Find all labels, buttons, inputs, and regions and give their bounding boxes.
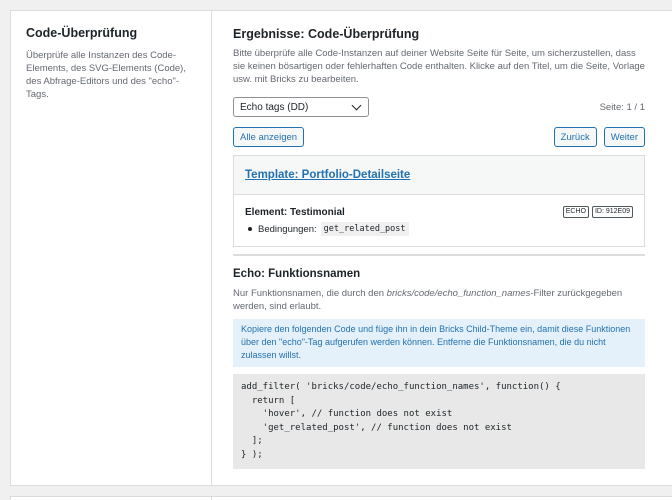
code-line: 'hover', // function does not exist (241, 409, 453, 419)
results-title: Ergebnisse: Code-Überprüfung (233, 27, 420, 41)
id-badge: ID: 912E09 (591, 206, 633, 218)
template-link[interactable]: Template: Portfolio-Detailseite (245, 169, 410, 181)
section-divider (233, 254, 645, 256)
next-button[interactable]: Weiter (603, 127, 645, 147)
next-settings-panel (10, 496, 672, 500)
result-card-body: Element: Testimonial ECHO ID: 912E09 Bed… (234, 195, 644, 246)
filter-select-value: Echo tags (DD) (240, 101, 309, 113)
echo-badge: ECHO (562, 206, 589, 218)
setting-title: Code-Überprüfung (26, 26, 138, 40)
setting-label-column: Code-Überprüfung Überprüfe alle Instanze… (11, 11, 212, 485)
echo-desc-prefix: Nur Funktionsnamen, die durch den (233, 288, 387, 299)
code-line: } ); (241, 449, 263, 460)
pagination-buttons: Zurück Weiter (553, 127, 645, 147)
code-line: return [ (241, 395, 296, 406)
condition-label: Bedingungen: (258, 223, 317, 235)
condition-item: Bedingungen: get_related_post (245, 222, 633, 236)
element-title: Element: Testimonial (245, 206, 345, 218)
result-card: Template: Portfolio-Detailseite Element:… (233, 155, 645, 247)
filter-row: Echo tags (DD) Seite: 1 / 1 (233, 97, 645, 117)
echo-section-description: Nur Funktionsnamen, die durch den bricks… (233, 287, 645, 313)
echo-desc-filter-name: bricks/code/echo_function_names (386, 288, 531, 299)
chevron-down-icon (351, 100, 362, 110)
element-badges: ECHO ID: 912E09 (562, 206, 633, 218)
results-column: Ergebnisse: Code-Überprüfung Bitte überp… (212, 11, 672, 485)
condition-code: get_related_post (320, 222, 409, 236)
results-description: Bitte überprüfe alle Code-Instanzen auf … (233, 48, 645, 85)
setting-description: Überprüfe alle Instanzen des Code-Elemen… (26, 50, 186, 100)
button-row: Alle anzeigen Zurück Weiter (233, 127, 645, 147)
settings-page: Code-Überprüfung Überprüfe alle Instanze… (0, 0, 672, 500)
code-line: ]; (241, 436, 263, 446)
info-notice: Kopiere den folgenden Code und füge ihn … (233, 319, 645, 367)
show-all-button[interactable]: Alle anzeigen (233, 127, 305, 147)
bullet-icon (248, 227, 252, 231)
code-snippet[interactable]: add_filter( 'bricks/code/echo_function_n… (233, 374, 645, 469)
element-row: Element: Testimonial ECHO ID: 912E09 (245, 206, 633, 218)
echo-section-title: Echo: Funktionsnamen (233, 268, 361, 280)
code-line: 'get_related_post', // function does not… (241, 422, 512, 433)
filter-select[interactable]: Echo tags (DD) (233, 97, 369, 117)
back-button[interactable]: Zurück (553, 127, 597, 147)
result-card-header: Template: Portfolio-Detailseite (234, 156, 644, 195)
page-indicator: Seite: 1 / 1 (599, 101, 645, 113)
code-line: add_filter( 'bricks/code/echo_function_n… (241, 382, 561, 392)
code-review-panel: Code-Überprüfung Überprüfe alle Instanze… (10, 10, 672, 486)
